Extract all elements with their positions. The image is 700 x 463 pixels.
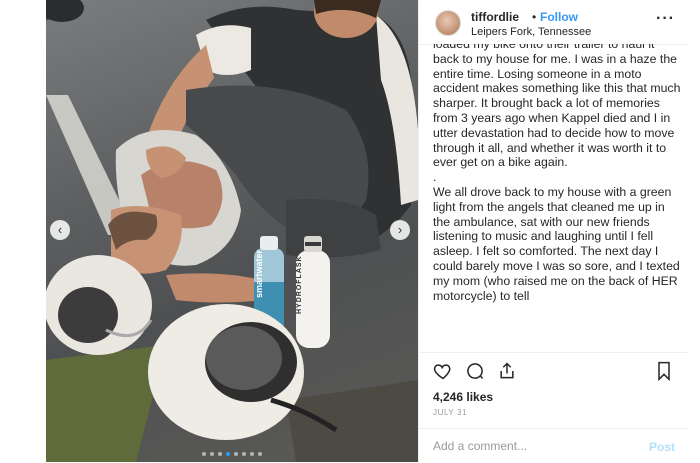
carousel-dot [258, 452, 262, 456]
water-bottle-label: smartwater [254, 249, 264, 298]
post-caption: loaded my bike onto their trailer to hau… [433, 44, 681, 350]
avatar[interactable] [435, 10, 461, 36]
carousel-dot [210, 452, 214, 456]
share-icon[interactable] [497, 361, 517, 386]
carousel-dot [202, 452, 206, 456]
post-header: tiffordlie • Follow Leipers Fork, Tennes… [419, 0, 689, 45]
post-side-panel: tiffordlie • Follow Leipers Fork, Tennes… [418, 0, 689, 462]
comment-icon[interactable] [465, 361, 485, 386]
carousel-dot-active [226, 452, 230, 456]
header-separator: • [532, 10, 537, 24]
caption-paragraph: We all drove back to my house with a gre… [433, 184, 680, 303]
carousel-dot [234, 452, 238, 456]
carousel-dot [242, 452, 246, 456]
carousel-dot [218, 452, 222, 456]
comment-input[interactable] [433, 436, 633, 456]
bookmark-icon[interactable] [655, 361, 673, 386]
post-comment-button[interactable]: Post [649, 440, 675, 454]
white-bottle-label: HYDROFLASK [296, 255, 303, 314]
more-options-icon[interactable]: ··· [656, 10, 675, 28]
photo-scene [46, 0, 418, 462]
username-link[interactable]: tiffordlie [471, 10, 519, 24]
post-date: JULY 31 [433, 408, 468, 417]
caption-divider: . [433, 170, 437, 185]
chevron-left-icon[interactable]: ‹ [50, 220, 70, 240]
chevron-right-icon[interactable]: › [390, 220, 410, 240]
likes-count[interactable]: 4,246 likes [433, 390, 493, 404]
follow-button[interactable]: Follow [540, 10, 578, 24]
carousel-dot [250, 452, 254, 456]
caption-paragraph: loaded my bike onto their trailer to hau… [433, 44, 681, 170]
action-bar [419, 352, 689, 389]
post-photo[interactable]: smartwater HYDROFLASK ‹ › [46, 0, 418, 462]
heart-icon[interactable] [433, 361, 453, 386]
location-link[interactable]: Leipers Fork, Tennessee [471, 26, 591, 38]
comment-bar: Post [419, 428, 689, 463]
carousel-indicator [46, 452, 418, 456]
